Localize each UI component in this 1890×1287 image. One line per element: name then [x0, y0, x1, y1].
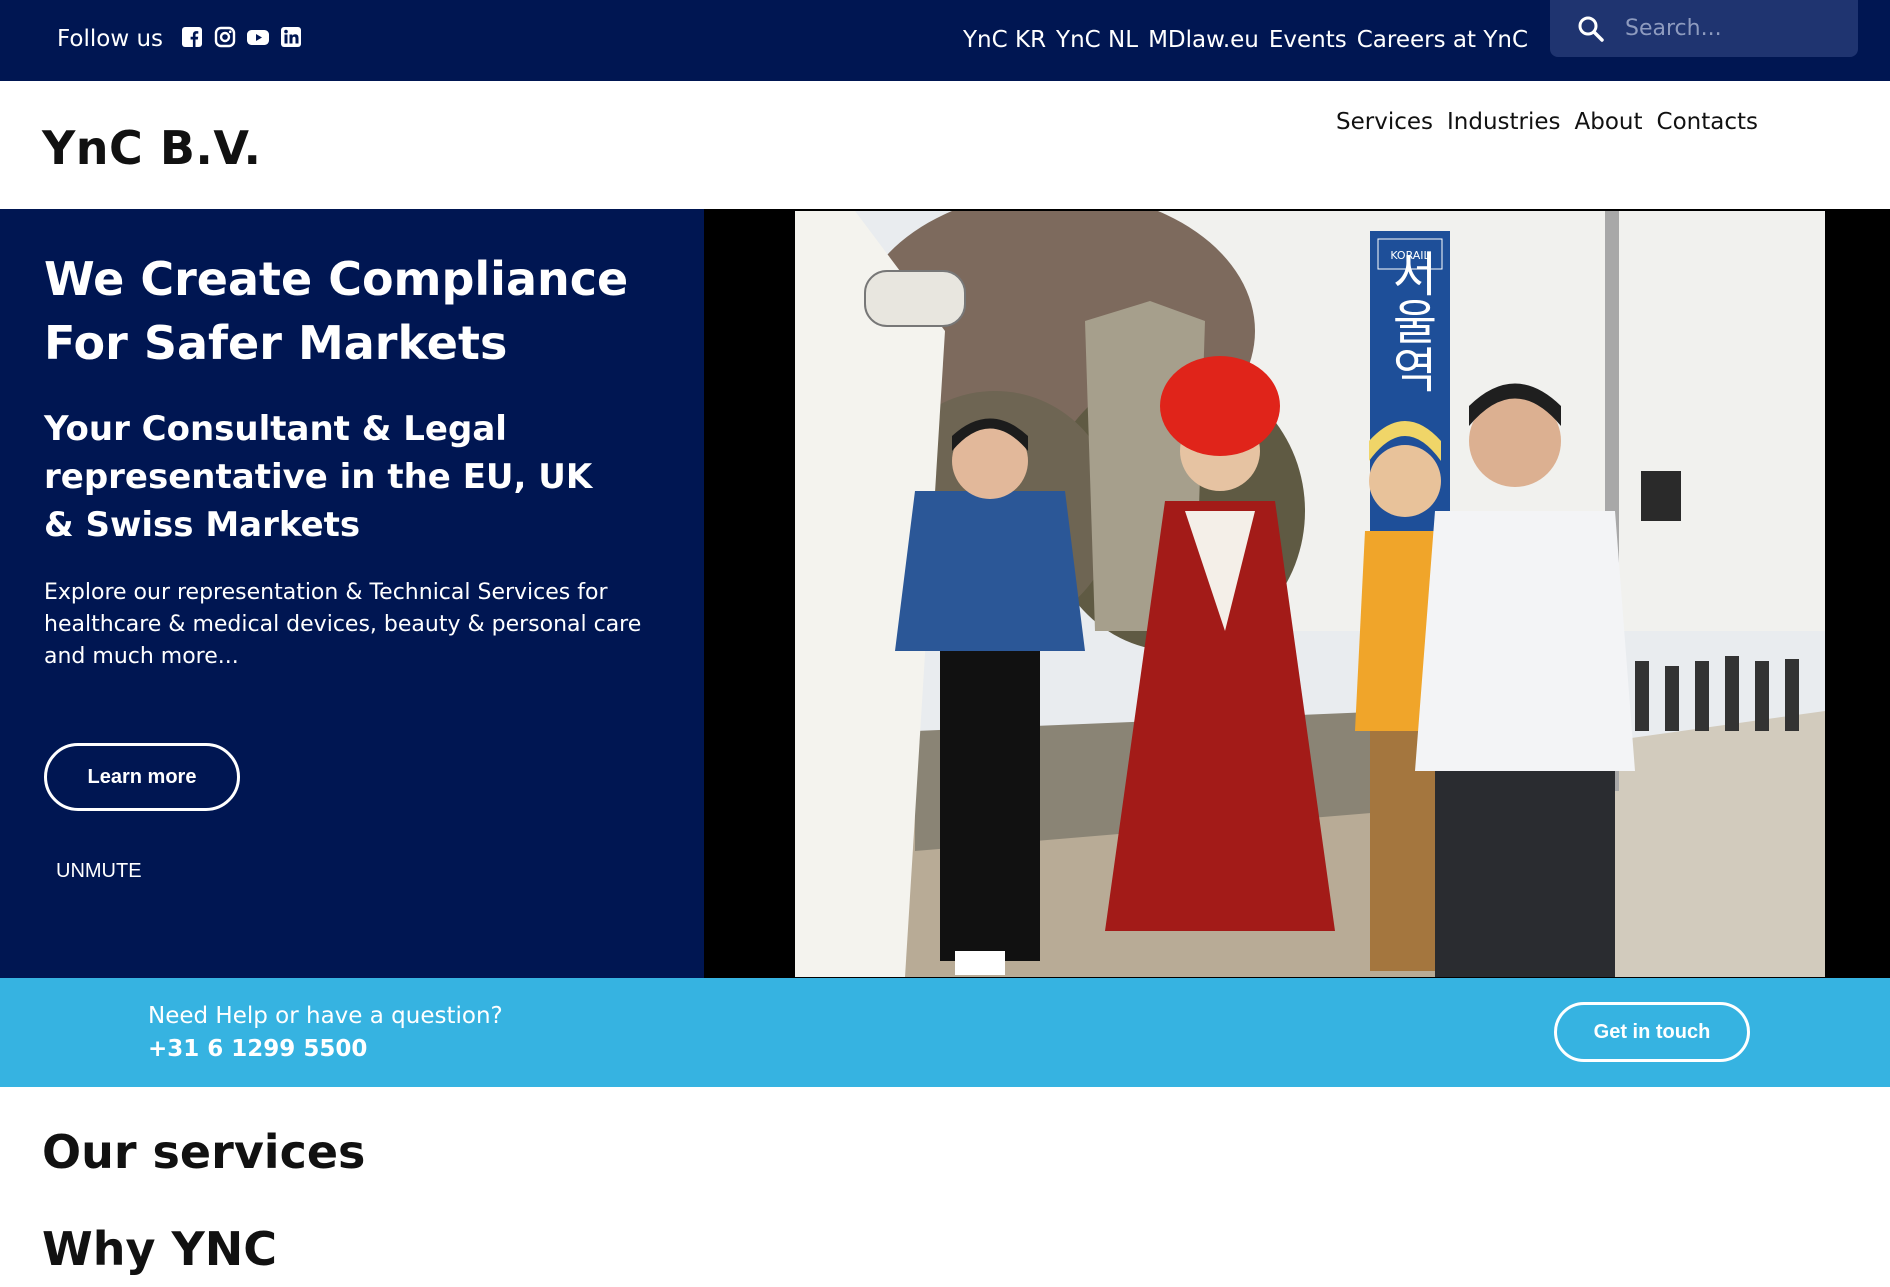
- facebook-icon[interactable]: [180, 25, 204, 49]
- hero-title: We Create Compliance For Safer Markets: [44, 252, 629, 370]
- nav-about[interactable]: About: [1575, 109, 1643, 135]
- video-frame: KORAIL 서울역: [795, 211, 1825, 977]
- site-header: YnC B.V. Services Industries About Conta…: [0, 81, 1890, 209]
- learn-more-button[interactable]: Learn more: [44, 743, 240, 811]
- get-in-touch-button[interactable]: Get in touch: [1554, 1002, 1750, 1062]
- station-sign-text: 서울역: [1382, 249, 1438, 393]
- hero-panel: We Create Compliance For Safer Markets Y…: [0, 209, 704, 978]
- search-icon[interactable]: [1577, 15, 1605, 43]
- top-link-ync-nl[interactable]: YnC NL: [1056, 27, 1138, 53]
- hero-subtitle: Your Consultant & Legal representative i…: [44, 409, 593, 545]
- video-scene-image: KORAIL 서울역: [795, 211, 1825, 977]
- top-link-events[interactable]: Events: [1269, 27, 1347, 53]
- top-link-ync-kr[interactable]: YnC KR: [963, 27, 1046, 53]
- section-title-why: Why YNC: [42, 1222, 278, 1276]
- help-bar: Need Help or have a question? +31 6 1299…: [0, 978, 1890, 1087]
- search-box: [1550, 0, 1858, 57]
- hero-video[interactable]: KORAIL 서울역: [704, 209, 1890, 978]
- youtube-icon[interactable]: [246, 25, 270, 49]
- nav-contacts[interactable]: Contacts: [1657, 109, 1758, 135]
- top-bar: Follow us YnC KR YnC NL MDlaw.eu Events …: [0, 0, 1890, 81]
- linkedin-icon[interactable]: [279, 25, 303, 49]
- section-title-services: Our services: [42, 1125, 366, 1179]
- top-link-mdlaw[interactable]: MDlaw.eu: [1148, 27, 1259, 53]
- follow-us-label: Follow us: [57, 26, 164, 52]
- social-links: [180, 25, 303, 49]
- help-question: Need Help or have a question?: [148, 1003, 503, 1029]
- main-nav: Services Industries About Contacts: [1336, 109, 1758, 135]
- logo[interactable]: YnC B.V.: [42, 121, 262, 175]
- instagram-icon[interactable]: [213, 25, 237, 49]
- top-link-careers[interactable]: Careers at YnC: [1357, 27, 1528, 53]
- nav-services[interactable]: Services: [1336, 109, 1433, 135]
- help-phone[interactable]: +31 6 1299 5500: [148, 1036, 367, 1062]
- nav-industries[interactable]: Industries: [1447, 109, 1561, 135]
- hero-description: Explore our representation & Technical S…: [44, 580, 642, 669]
- search-input[interactable]: [1623, 15, 1847, 42]
- unmute-button[interactable]: UNMUTE: [56, 860, 142, 883]
- top-links: YnC KR YnC NL MDlaw.eu Events Careers at…: [963, 27, 1528, 53]
